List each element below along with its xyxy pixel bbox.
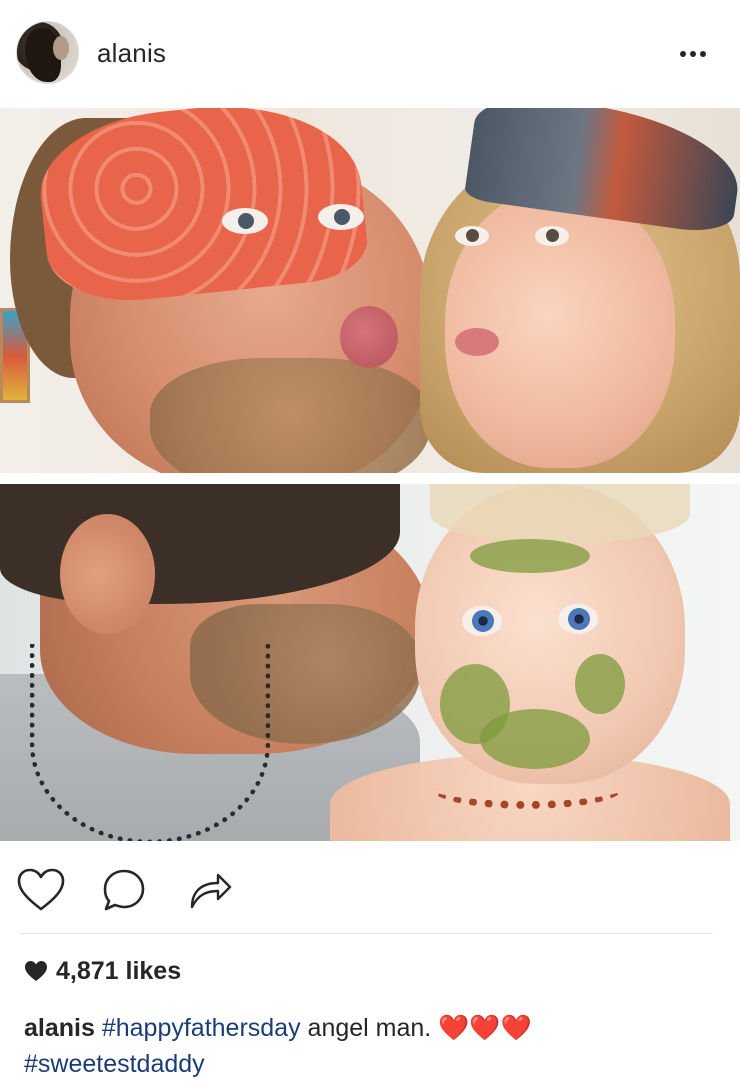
child-eye-right xyxy=(535,226,569,246)
likes-count[interactable]: 4,871 likes xyxy=(24,955,181,987)
heart-emoji: ❤️❤️❤️ xyxy=(438,1013,532,1042)
more-dot xyxy=(700,51,706,57)
dad-beard xyxy=(150,358,430,473)
dad-necklace xyxy=(30,644,270,841)
child-lips xyxy=(455,328,499,356)
post-username[interactable]: alanis xyxy=(97,38,166,69)
more-dot xyxy=(680,51,686,57)
child-eye-left xyxy=(455,226,489,246)
dad-eye-left xyxy=(222,208,268,234)
user-avatar[interactable] xyxy=(16,21,79,84)
dad-ear xyxy=(60,514,155,634)
hashtag-link[interactable]: #sweetestdaddy xyxy=(24,1050,205,1078)
more-dot xyxy=(690,51,696,57)
photo-divider xyxy=(0,473,740,484)
post-caption: alanis #happyfathersday angel man. ❤️❤️❤… xyxy=(24,1010,724,1082)
baby-eye-left xyxy=(462,606,502,636)
caption-username[interactable]: alanis xyxy=(24,1014,95,1042)
baby-hair xyxy=(430,484,690,544)
post-photo-top[interactable] xyxy=(0,108,740,473)
amber-necklace xyxy=(432,769,622,809)
actions-divider xyxy=(20,933,713,934)
more-options-icon[interactable] xyxy=(680,44,716,64)
food-smear-forehead xyxy=(470,539,590,573)
caption-text: angel man. xyxy=(307,1014,432,1042)
food-smear-chin xyxy=(480,709,590,769)
post-photo-bottom[interactable] xyxy=(0,484,740,841)
heart-outline-icon[interactable] xyxy=(15,865,67,917)
baby-eye-right xyxy=(558,604,598,634)
comment-bubble-icon[interactable] xyxy=(98,865,150,917)
hashtag-link[interactable]: #happyfathersday xyxy=(102,1014,301,1042)
red-bandana xyxy=(33,108,371,310)
food-smear-cheek-right xyxy=(575,654,625,714)
dad-lips xyxy=(340,306,398,368)
heart-filled-icon xyxy=(25,961,47,981)
avatar-face xyxy=(53,36,69,60)
dad-eye-right xyxy=(318,204,364,230)
post-actions xyxy=(0,855,740,925)
likes-text: 4,871 likes xyxy=(56,956,182,985)
share-arrow-icon[interactable] xyxy=(184,865,236,917)
post-header: alanis xyxy=(0,0,740,108)
